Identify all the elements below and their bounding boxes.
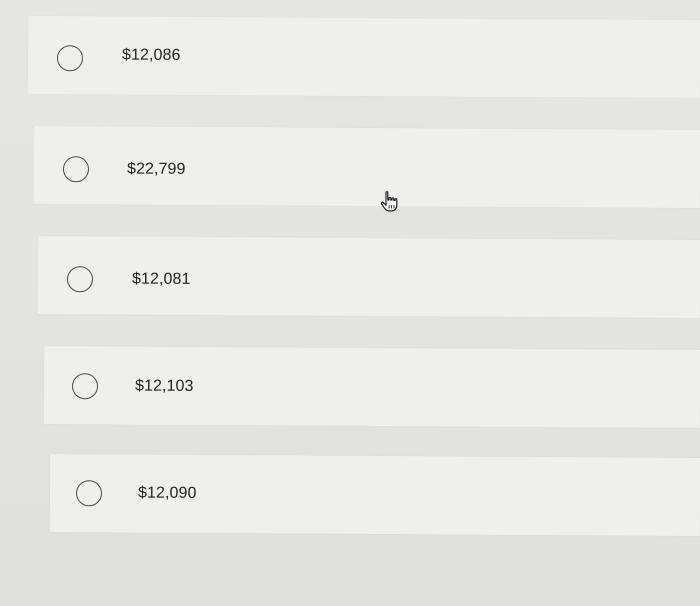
answer-option-label: $12,090 <box>137 484 197 502</box>
answer-option-label: $22,799 <box>126 160 186 178</box>
hand-pointer-cursor-icon <box>380 191 398 212</box>
answer-option-2[interactable]: $22,799 <box>33 125 700 209</box>
answer-option-5[interactable]: $12,090 <box>49 454 700 536</box>
answer-option-1[interactable]: $12,086 <box>27 15 700 99</box>
radio-unchecked-icon[interactable] <box>66 266 94 293</box>
answer-option-label: $12,081 <box>131 270 191 288</box>
answer-option-3[interactable]: $12,081 <box>37 235 700 319</box>
radio-unchecked-icon[interactable] <box>71 373 99 400</box>
radio-unchecked-icon[interactable] <box>75 480 103 507</box>
answer-option-label: $12,086 <box>121 46 181 64</box>
multiple-choice-question: $12,086 $22,799 $12,081 $12,103 $12,090 <box>0 0 700 606</box>
answer-option-label: $12,103 <box>134 377 194 395</box>
radio-unchecked-icon[interactable] <box>62 156 90 183</box>
answer-option-4[interactable]: $12,103 <box>43 345 700 429</box>
radio-unchecked-icon[interactable] <box>56 45 84 72</box>
